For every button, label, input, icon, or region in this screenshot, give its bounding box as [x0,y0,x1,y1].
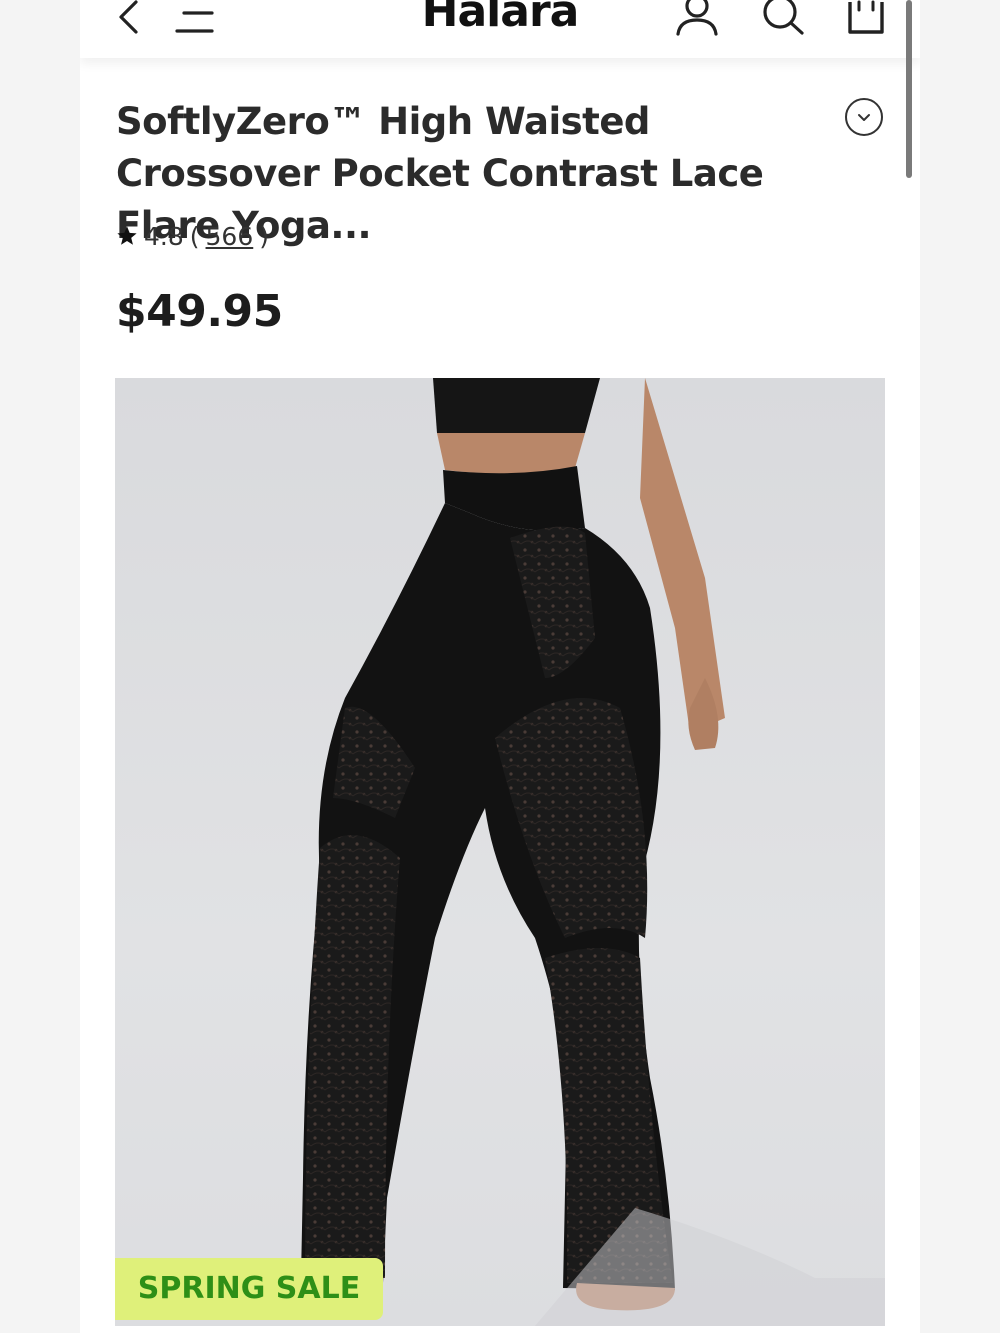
product-price: $49.95 [116,286,283,337]
review-count-open-paren: ( [189,221,200,251]
rating-row: 4.8 ( 566 ) [116,220,269,252]
top-navigation-bar: Halara [80,0,920,58]
spring-sale-badge: SPRING SALE [115,1258,383,1320]
chevron-down-icon [858,114,870,121]
product-page: Halara SoftlyZero™ High Waisted Crossove… [80,0,920,1333]
review-count-close-paren: ) [259,221,270,251]
scrollbar[interactable] [906,0,912,178]
review-count-link[interactable]: 566 [206,222,254,251]
shopping-bag-icon[interactable] [844,0,888,36]
expand-title-button[interactable] [845,98,883,136]
product-photo-illustration [301,378,885,1326]
account-icon[interactable] [674,0,720,36]
search-icon[interactable] [760,0,806,36]
star-icon [117,226,137,245]
product-image[interactable]: SPRING SALE [115,378,885,1326]
rating-value: 4.8 [144,221,184,251]
